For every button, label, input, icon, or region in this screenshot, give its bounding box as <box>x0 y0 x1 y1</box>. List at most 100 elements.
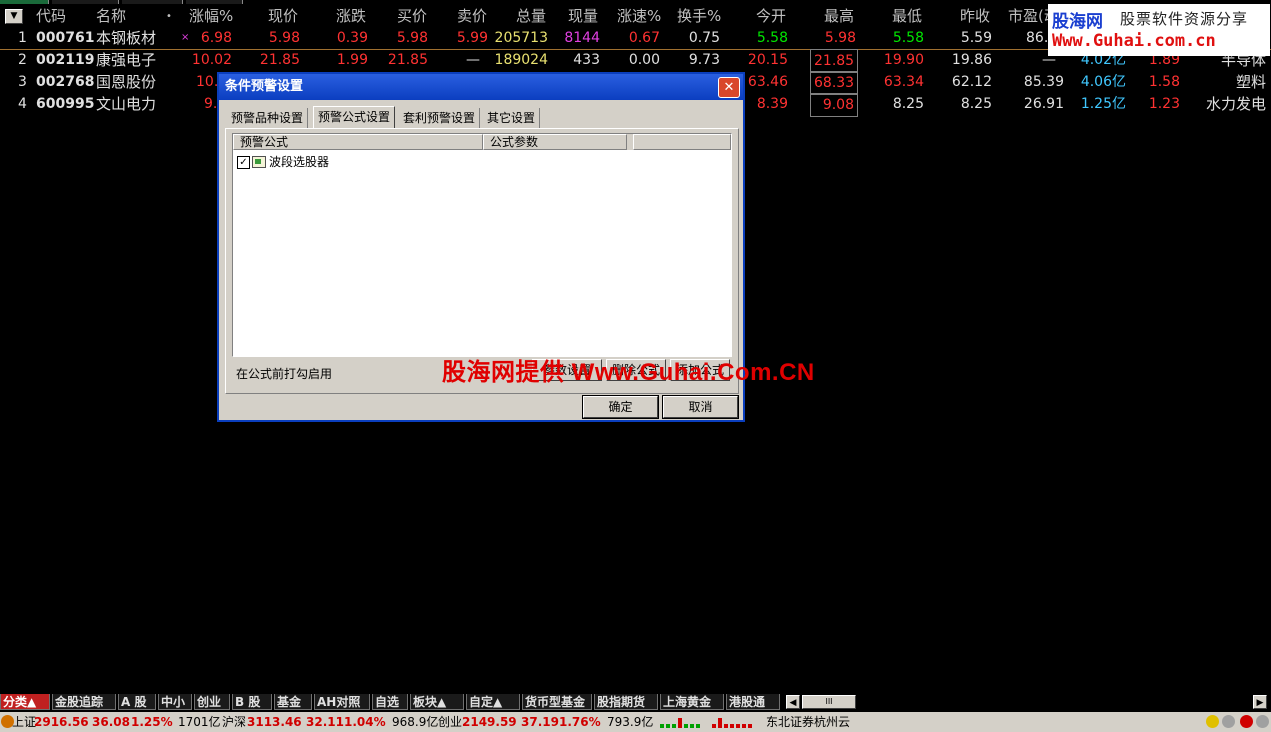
overlay-watermark: 股海网提供 Www.Guhai.Com.CN <box>442 359 815 386</box>
row-change-pct: 9. <box>204 96 218 112</box>
sh-amount: 1701亿 <box>178 715 221 729</box>
row-flag-icon: × <box>181 32 190 43</box>
row-pe: 86. <box>1026 30 1049 46</box>
enable-hint: 在公式前打勾启用 <box>236 367 333 381</box>
tab-shanghai-gold[interactable]: 上海黄金 <box>660 694 724 710</box>
tab-category[interactable]: 分类▲ <box>0 694 50 710</box>
dialog-titlebar[interactable]: 条件预警设置 <box>219 74 743 100</box>
sort-dropdown-icon[interactable]: ▼ <box>5 9 23 24</box>
row-volume: 189024 <box>494 52 548 68</box>
scroll-right-icon[interactable]: ▶ <box>1253 695 1267 709</box>
row-index: 3 <box>18 74 27 90</box>
row-market-cap: 1.25亿 <box>1080 96 1126 112</box>
menu-up-icon[interactable] <box>1256 715 1269 728</box>
market-status-bar: 上证 2916.56 36.08 1.25% 1701亿 沪深 3113.46 … <box>0 712 1271 732</box>
col-speed[interactable]: 涨速% <box>617 6 661 27</box>
row-open: 63.46 <box>747 74 788 90</box>
sz-index: 3113.46 <box>247 715 302 729</box>
row-change-pct: 10. <box>196 74 219 90</box>
tab-custom[interactable]: 自定▲ <box>466 694 520 710</box>
col-prev-close[interactable]: 昨收 <box>960 6 990 27</box>
row-bid: 21.85 <box>387 52 428 68</box>
logo-tagline: 股票软件资源分享 <box>1120 10 1249 28</box>
col-turnover[interactable]: 换手% <box>677 6 721 27</box>
row-high: 21.85 <box>810 49 858 73</box>
col-change[interactable]: 涨跌 <box>336 6 366 27</box>
col-current-volume[interactable]: 现量 <box>568 6 598 27</box>
row-ratio: 1.58 <box>1148 74 1180 90</box>
row-name: 本钢板材 <box>96 29 157 47</box>
row-turnover: 9.73 <box>688 52 720 68</box>
tab-sme[interactable]: 中小 <box>158 694 192 710</box>
horizontal-scrollbar[interactable]: ◀ III ▶ <box>786 695 1267 709</box>
tab-funds[interactable]: 基金 <box>274 694 312 710</box>
market-breadth-icon <box>660 716 760 728</box>
row-industry: 水力发电 <box>1205 95 1266 113</box>
row-ratio: 1.23 <box>1148 96 1180 112</box>
formula-name: 波段选股器 <box>269 155 330 169</box>
alert-icon[interactable] <box>1240 715 1253 728</box>
row-low: 8.25 <box>892 96 924 112</box>
col-volume[interactable]: 总量 <box>516 6 546 27</box>
sh-change-pct: 1.25% <box>131 715 173 729</box>
tab-index-futures[interactable]: 股指期货 <box>594 694 658 710</box>
col-alert-formula[interactable]: 预警公式 <box>233 134 483 150</box>
col-change-pct[interactable]: 涨幅% <box>189 6 233 27</box>
scroll-left-icon[interactable]: ◀ <box>786 695 800 709</box>
row-open: 5.58 <box>756 30 788 46</box>
tab-b-shares[interactable]: B 股 <box>232 694 272 710</box>
row-name: 文山电力 <box>96 95 157 113</box>
tab-sectors[interactable]: 板块▲ <box>410 694 464 710</box>
formula-icon <box>252 156 266 168</box>
col-high[interactable]: 最高 <box>824 6 854 27</box>
tab-ah-compare[interactable]: AH对照 <box>314 694 370 710</box>
col-low[interactable]: 最低 <box>892 6 922 27</box>
close-icon[interactable]: ✕ <box>718 77 740 98</box>
col-name[interactable]: 名称 <box>96 6 126 27</box>
dialog-title: 条件预警设置 <box>225 79 304 94</box>
cy-change-pct: 1.76% <box>559 715 601 729</box>
col-extra[interactable] <box>633 134 731 150</box>
tab-a-shares[interactable]: A 股 <box>118 694 156 710</box>
cancel-button[interactable]: 取消 <box>662 395 739 419</box>
scroll-thumb[interactable]: III <box>802 695 856 709</box>
formula-checkbox[interactable]: ✓ <box>237 156 250 169</box>
tab-chinext[interactable]: 创业 <box>194 694 230 710</box>
ok-button[interactable]: 确定 <box>582 395 659 419</box>
tab-gold-stock-tracking[interactable]: 金股追踪 <box>52 694 116 710</box>
col-ask[interactable]: 卖价 <box>457 6 487 27</box>
tab-alert-stocks[interactable]: 预警品种设置 <box>227 108 309 128</box>
tab-other-settings[interactable]: 其它设置 <box>483 108 541 128</box>
lock-icon[interactable] <box>1206 715 1219 728</box>
broker-name: 东北证券杭州云 <box>766 715 851 729</box>
row-ask: — <box>466 52 480 68</box>
row-high: 5.98 <box>824 30 856 46</box>
row-pe: 26.91 <box>1023 96 1064 112</box>
signal-icon[interactable] <box>1222 715 1235 728</box>
row-code: 002119 <box>36 52 95 68</box>
tab-alert-formula[interactable]: 预警公式设置 <box>313 106 396 129</box>
tab-watchlist[interactable]: 自选 <box>372 694 408 710</box>
row-low: 63.34 <box>883 74 924 90</box>
col-open[interactable]: 今开 <box>756 6 786 27</box>
tab-money-market-fund[interactable]: 货币型基金 <box>522 694 592 710</box>
row-change-pct: 6.98 <box>200 30 232 46</box>
col-formula-params[interactable]: 公式参数 <box>483 134 627 150</box>
row-low: 5.58 <box>892 30 924 46</box>
col-bid[interactable]: 买价 <box>397 6 427 27</box>
sz-change: 32.11 <box>306 715 344 729</box>
row-change-pct: 10.02 <box>191 52 232 68</box>
col-flag[interactable]: • <box>166 6 172 27</box>
sh-index: 2916.56 <box>34 715 89 729</box>
row-name: 康强电子 <box>96 51 157 69</box>
col-price[interactable]: 现价 <box>268 6 298 27</box>
tab-hk-connect[interactable]: 港股通 <box>726 694 780 710</box>
logo-url: Www.Guhai.com.cn <box>1052 31 1216 51</box>
col-code[interactable]: 代码 <box>36 6 66 27</box>
formula-list[interactable]: 预警公式 公式参数 ✓ 波段选股器 <box>232 133 732 357</box>
row-speed: 0.00 <box>628 52 660 68</box>
row-open: 20.15 <box>747 52 788 68</box>
row-prev-close: 62.12 <box>951 74 992 90</box>
row-index: 4 <box>18 96 27 112</box>
tab-arbitrage-alert[interactable]: 套利预警设置 <box>399 108 481 128</box>
